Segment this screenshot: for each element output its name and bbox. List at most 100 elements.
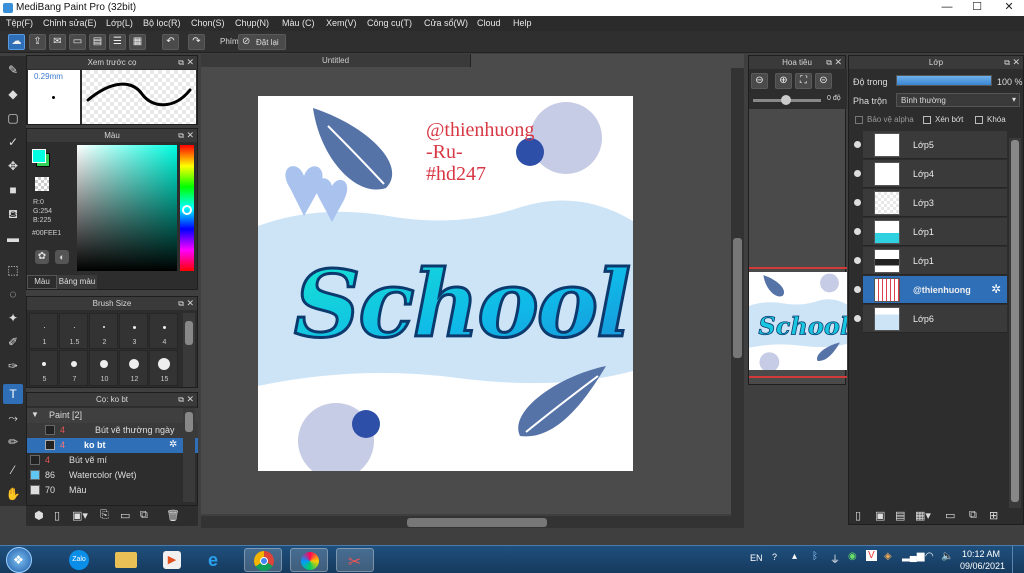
taskbar-ie[interactable]: e — [198, 548, 236, 572]
scroll-thumb[interactable] — [733, 238, 742, 358]
new-layer-dropdown-icon[interactable]: ▦▾ — [915, 509, 931, 522]
copy-icon[interactable]: ⎘ — [100, 509, 109, 522]
start-button[interactable]: ❖ — [6, 547, 32, 573]
zoom-in-icon[interactable]: ⊕ — [775, 73, 792, 89]
new-halftone-layer-icon[interactable]: ▣ — [875, 509, 885, 522]
grid-icon[interactable]: ▦ — [129, 34, 146, 50]
document-tab[interactable]: Untitled — [201, 54, 471, 67]
layer-row[interactable]: Lớp6 — [854, 305, 1007, 333]
brush-tool-icon[interactable]: ✎ — [3, 60, 23, 80]
brush-size-scrollbar[interactable] — [183, 313, 195, 387]
layer-row[interactable]: Lớp5 — [854, 131, 1007, 159]
dotted-line-tool-icon[interactable]: ✓ — [3, 132, 23, 152]
menu-view[interactable]: Xem(V) — [326, 18, 357, 28]
canvas-horizontal-scrollbar[interactable] — [201, 516, 744, 528]
bucket-tool-icon[interactable]: ⛾ — [3, 204, 23, 224]
menu-file[interactable]: Tệp(F) — [6, 18, 33, 28]
menu-color[interactable]: Màu (C) — [282, 18, 315, 28]
menu-filter[interactable]: Bộ lọc(R) — [143, 18, 181, 28]
reset-button[interactable]: ⊘ Đặt lại — [238, 34, 286, 50]
fill-rect-tool-icon[interactable]: ■ — [3, 180, 23, 200]
brush-item[interactable]: 70 Màu — [27, 483, 198, 498]
eye-icon[interactable] — [854, 228, 861, 235]
layer-row[interactable]: Lớp4 — [854, 160, 1007, 188]
scroll-thumb[interactable] — [1011, 140, 1019, 502]
nvidia-icon[interactable]: ◉ — [848, 551, 857, 562]
select-pen-tool-icon[interactable]: ✐ — [3, 332, 23, 352]
share-icon[interactable]: ⇪ — [29, 34, 46, 50]
duplicate-icon[interactable]: ⧉ — [140, 509, 148, 522]
close-icon[interactable]: ✕ — [186, 393, 194, 406]
merge-layer-icon[interactable]: ⊞ — [989, 509, 998, 522]
new-layer-icon[interactable]: ▯ — [855, 509, 861, 522]
float-icon[interactable]: ⧉ — [178, 56, 184, 69]
eye-icon[interactable] — [854, 170, 861, 177]
close-icon[interactable]: ✕ — [834, 56, 842, 69]
brush-item[interactable]: 4 Bút vẽ thường ngày — [27, 423, 198, 438]
color-mix-icon[interactable]: ◐ — [55, 250, 69, 264]
clock-time[interactable]: 10:12 AM — [962, 549, 1000, 559]
brush-item[interactable]: 4 Bút vẽ mí — [27, 453, 198, 468]
menu-help[interactable]: Help — [513, 18, 532, 28]
taskbar-chrome[interactable] — [244, 548, 282, 572]
menu-layer[interactable]: Lớp(L) — [106, 18, 133, 28]
document-icon[interactable]: ▭ — [69, 34, 86, 50]
brush-size-option[interactable]: 1 — [29, 313, 58, 349]
taskbar-zalo[interactable]: Zalo — [60, 548, 98, 572]
list-icon[interactable]: ☰ — [109, 34, 126, 50]
maximize-button[interactable]: ☐ — [962, 0, 992, 16]
zoom-minus-icon[interactable]: ⊝ — [815, 73, 832, 89]
transparent-swatch[interactable] — [35, 177, 49, 191]
opacity-slider[interactable] — [896, 75, 992, 86]
float-icon[interactable]: ⧉ — [1004, 56, 1010, 69]
volume-icon[interactable]: 🔈 — [941, 551, 953, 562]
page-icon[interactable]: ▤ — [89, 34, 106, 50]
brush-size-option[interactable]: 5 — [29, 350, 58, 386]
comment-icon[interactable]: ✉ — [49, 34, 66, 50]
tray-app-icon[interactable]: ◈ — [884, 551, 892, 562]
taskbar-explorer[interactable] — [106, 548, 144, 572]
eye-icon[interactable] — [854, 141, 861, 148]
canvas-vertical-scrollbar[interactable] — [731, 68, 744, 516]
brush-size-option[interactable]: 3 — [119, 313, 148, 349]
brush-size-option[interactable]: 10 — [89, 350, 118, 386]
scroll-thumb[interactable] — [407, 518, 547, 527]
menu-snap[interactable]: Chụp(N) — [235, 18, 269, 28]
brush-list-scrollbar[interactable] — [183, 408, 195, 502]
canvas-area[interactable]: Untitled @thienhuong -Ru- #hd247 School — [201, 54, 744, 528]
layers-scrollbar[interactable] — [1009, 138, 1021, 508]
collapse-icon[interactable]: ▼ — [31, 410, 39, 419]
add-brush-icon[interactable]: ⬢ — [34, 509, 44, 522]
eraser-tool-icon[interactable]: ◆ — [3, 84, 23, 104]
taskbar-medibang[interactable] — [290, 548, 328, 572]
rotation-slider-handle[interactable] — [781, 95, 791, 105]
tab-palette[interactable]: Bảng màu — [57, 275, 97, 289]
show-desktop-button[interactable] — [1012, 546, 1024, 573]
language-indicator[interactable]: EN — [750, 553, 763, 563]
saturation-value-picker[interactable] — [77, 145, 177, 271]
primary-color-swatch[interactable] — [32, 149, 46, 163]
brush-size-option[interactable]: 12 — [119, 350, 148, 386]
layer-row[interactable]: Lớp1 — [854, 247, 1007, 275]
hand-tool-icon[interactable]: ✋ — [3, 484, 23, 504]
select-rect-tool-icon[interactable]: ⬚ — [3, 260, 23, 280]
eye-icon[interactable] — [854, 257, 861, 264]
layer-row-selected[interactable]: @thienhuong ✲ — [854, 276, 1007, 304]
operation-tool-icon[interactable]: ⤳ — [3, 408, 23, 428]
menu-select[interactable]: Chọn(S) — [191, 18, 225, 28]
close-icon[interactable]: ✕ — [186, 129, 194, 142]
menu-tools[interactable]: Công cụ(T) — [367, 18, 412, 28]
gradient-tool-icon[interactable]: ▬ — [3, 228, 23, 248]
menu-edit[interactable]: Chỉnh sửa(E) — [43, 18, 97, 28]
new-page-icon[interactable]: ▯ — [54, 509, 60, 522]
brush-item[interactable]: 86 Watercolor (Wet) — [27, 468, 198, 483]
menu-cloud[interactable]: Cloud — [477, 18, 501, 28]
layer-row[interactable]: Lớp1 — [854, 218, 1007, 246]
text-tool-icon[interactable]: T — [3, 384, 23, 404]
close-button[interactable]: ✕ — [994, 0, 1024, 16]
menu-window[interactable]: Cửa sổ(W) — [424, 18, 468, 28]
bluetooth-icon[interactable]: ᛒ — [812, 551, 818, 562]
float-icon[interactable]: ⧉ — [178, 297, 184, 310]
tab-color[interactable]: Màu — [27, 275, 57, 289]
minimize-button[interactable]: — — [932, 0, 962, 16]
